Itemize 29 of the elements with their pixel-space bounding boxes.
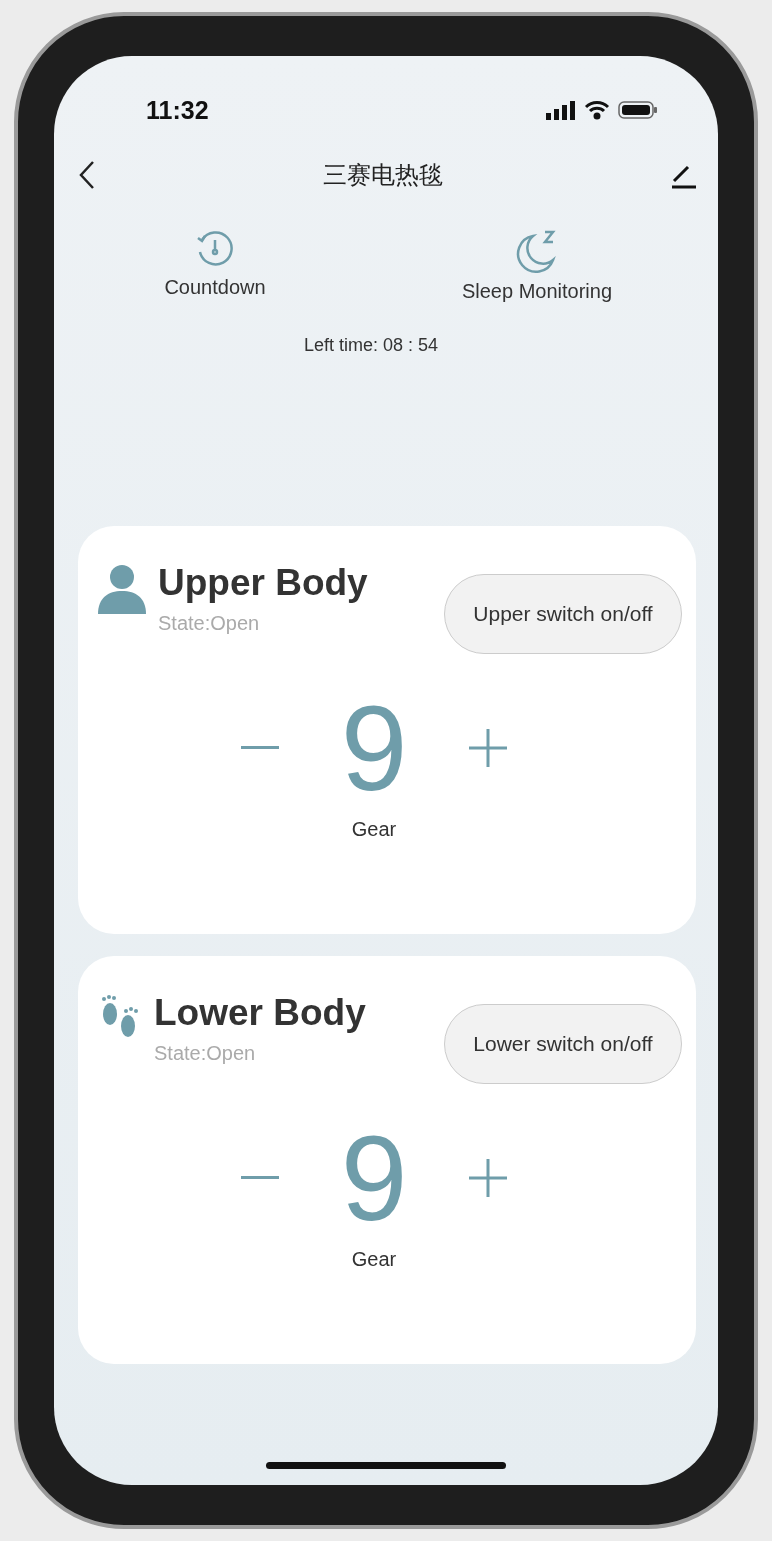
back-icon bbox=[78, 160, 96, 190]
feature-button[interactable]: Countdown bbox=[164, 228, 266, 303]
decrease-button[interactable] bbox=[240, 746, 279, 750]
feature-button[interactable]: Sleep Monitoring bbox=[461, 228, 613, 303]
zone-title: Upper Body bbox=[158, 562, 368, 604]
zone-title: Lower Body bbox=[154, 992, 366, 1034]
minus-icon bbox=[240, 1176, 279, 1180]
increase-button[interactable] bbox=[469, 1159, 508, 1197]
plus-icon bbox=[469, 729, 508, 767]
zone-state: State:Open bbox=[158, 612, 261, 635]
gear-value: 9 bbox=[340, 1118, 408, 1238]
plus-icon bbox=[469, 1159, 508, 1197]
switch-button[interactable]: Upper switch on/off bbox=[444, 574, 682, 654]
status-time: 11:32 bbox=[146, 95, 209, 125]
back-button[interactable] bbox=[78, 160, 96, 190]
gear-value: 9 bbox=[340, 688, 408, 808]
signal-icon bbox=[546, 100, 576, 120]
person-icon bbox=[96, 562, 148, 614]
gear-label: Gear bbox=[351, 818, 397, 841]
battery-icon bbox=[618, 100, 658, 120]
decrease-button[interactable] bbox=[240, 1176, 279, 1180]
gear-label: Gear bbox=[351, 1248, 397, 1271]
wifi-icon bbox=[584, 100, 610, 120]
page-title: 三赛电热毯 bbox=[323, 160, 443, 190]
increase-button[interactable] bbox=[469, 729, 508, 767]
zone-state: State:Open bbox=[154, 1042, 257, 1065]
minus-icon bbox=[240, 746, 279, 750]
left-time-text: Left time: 08 : 54 bbox=[303, 335, 439, 356]
switch-button[interactable]: Lower switch on/off bbox=[444, 1004, 682, 1084]
